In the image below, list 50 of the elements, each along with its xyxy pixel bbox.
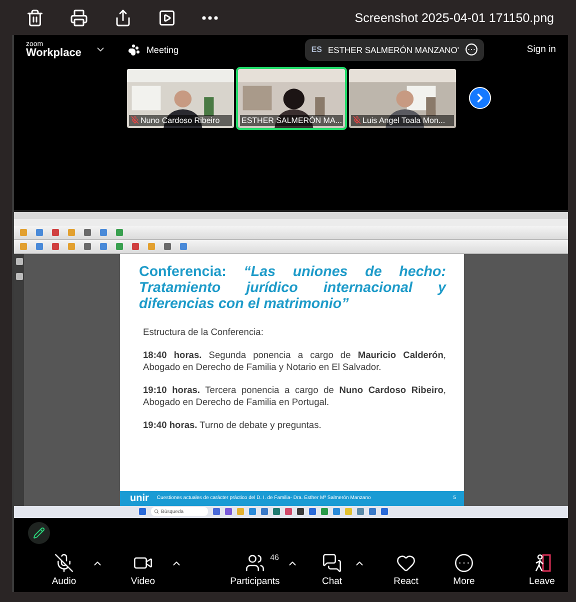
audio-button[interactable]: Audio [36, 553, 92, 588]
video-button[interactable]: Video [115, 553, 171, 588]
slideshow-button[interactable] [158, 8, 176, 26]
initials-label: ES [311, 45, 322, 54]
printer-icon [70, 8, 88, 26]
participant-name: Nuno Cardoso Ribeiro [140, 116, 220, 125]
more-button[interactable] [202, 16, 218, 20]
more-icon[interactable] [465, 43, 478, 56]
next-page-button[interactable] [469, 86, 491, 109]
search-icon [154, 509, 159, 514]
video-tile[interactable]: ESTHER SALMERÓN MA... [236, 66, 346, 130]
more-button[interactable]: More [435, 553, 493, 588]
paw-icon [128, 44, 140, 56]
react-button[interactable]: React [377, 553, 435, 588]
slide-paragraph: 19:10 horas. Tercera ponencia a cargo de Nuno Cardoso Ribeiro, Abogado en Derecho de Familia en Portugal. [143, 384, 446, 408]
video-tile[interactable]: Luis Angel Toala Mon... [346, 66, 458, 130]
chat-button[interactable]: Chat [310, 553, 354, 588]
print-button[interactable] [70, 8, 88, 26]
share-button[interactable] [114, 8, 132, 26]
toolbar-icon[interactable] [180, 243, 187, 250]
brand-name: Workplace [26, 48, 82, 59]
pencil-icon [33, 527, 45, 540]
slide-title: Conferencia: “Las uniones de hecho: Tratamiento jurídico internacional y diferencias con el matrimonio” [138, 263, 448, 312]
video-tile[interactable]: Nuno Cardoso Ribeiro [124, 66, 236, 130]
slide-paragraph: Estructura de la Conferencia: [143, 326, 264, 338]
speaker-name: ESTHER SALMERÓN MANZANO' [328, 44, 460, 55]
share-icon [114, 8, 132, 26]
meeting-button[interactable]: Meeting [128, 44, 178, 56]
heart-icon [396, 553, 416, 574]
toolbar-icon[interactable] [132, 243, 139, 250]
leave-button[interactable]: Leave [522, 553, 562, 588]
delete-button[interactable] [26, 8, 44, 26]
file-title: Screenshot 2025-04-01 171150.png [354, 10, 554, 24]
chat-icon [322, 553, 342, 574]
more-icon [202, 16, 218, 20]
toolbar-icon[interactable] [164, 243, 171, 250]
trash-icon [26, 8, 44, 26]
start-icon[interactable] [139, 508, 146, 516]
slide-paragraph: 19:40 horas. Turno de debate y preguntas. [143, 419, 322, 432]
speaker-chip[interactable]: ES ESTHER SALMERÓN MANZANO' [305, 38, 484, 61]
participant-name: Luis Angel Toala Mon... [362, 116, 446, 125]
play-icon [158, 8, 176, 26]
logo-text: unir [130, 492, 149, 504]
slide-paragraph: 18:40 horas. Segunda ponencia a cargo de Mauricio Calderón, Abogado en Derecho de Familia y Notario en El Salvador. [143, 349, 446, 374]
sign-in-link[interactable]: Sign in [526, 44, 556, 56]
people-icon [245, 553, 265, 574]
participant-name: ESTHER SALMERÓN MA... [242, 116, 342, 125]
participants-button[interactable]: 46 Participants [223, 553, 287, 588]
annotate-button[interactable] [28, 522, 50, 544]
more-icon [454, 553, 474, 574]
